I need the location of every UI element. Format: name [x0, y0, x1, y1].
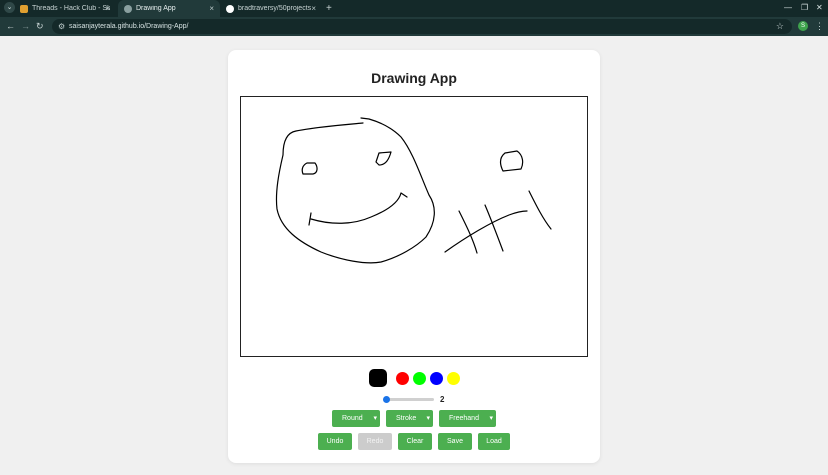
- stroke-line-3: [484, 204, 504, 252]
- profile-avatar[interactable]: S: [798, 21, 808, 31]
- close-window-icon[interactable]: ✕: [816, 2, 823, 14]
- undo-button[interactable]: Undo: [318, 433, 352, 450]
- tab-title: Threads - Hack Club - Sla: [32, 5, 110, 12]
- tab-title: Drawing App: [136, 5, 176, 12]
- minimize-icon[interactable]: —: [784, 2, 792, 14]
- tab-close-icon[interactable]: ×: [311, 4, 316, 13]
- chevron-down-icon: ▾: [426, 415, 430, 422]
- tab-github[interactable]: bradtraversy/50projects ×: [220, 0, 322, 17]
- clear-button[interactable]: Clear: [398, 433, 432, 450]
- forward-icon[interactable]: →: [21, 20, 30, 33]
- save-button[interactable]: Save: [438, 433, 472, 450]
- tab-threads[interactable]: Threads - Hack Club - Sla ×: [14, 0, 116, 17]
- tab-close-icon[interactable]: ×: [209, 4, 214, 13]
- tab-drawing-app[interactable]: Drawing App ×: [118, 0, 220, 17]
- url-text[interactable]: saisanjayterala.github.io/Drawing-App/: [69, 19, 188, 34]
- color-swatch-green[interactable]: [413, 372, 426, 385]
- chevron-down-icon: ▾: [373, 415, 377, 422]
- stroke-smile: [310, 192, 408, 224]
- github-favicon-icon: [226, 4, 234, 13]
- page-title: Drawing App: [371, 70, 457, 86]
- draw-style-select[interactable]: Stroke ▾: [386, 410, 433, 427]
- browser-tab-bar: ⌄ Threads - Hack Club - Sla × Drawing Ap…: [0, 0, 828, 17]
- drawing-strokes: [275, 117, 552, 264]
- slack-favicon-icon: [20, 4, 28, 13]
- line-cap-select-value: Round: [342, 415, 363, 422]
- globe-favicon-icon: [124, 4, 132, 13]
- tab-close-icon[interactable]: ×: [105, 4, 110, 13]
- brush-size-slider-thumb[interactable]: [383, 396, 390, 403]
- address-bar[interactable]: ⚙ saisanjayterala.github.io/Drawing-App/…: [52, 19, 792, 34]
- color-swatch-blue[interactable]: [430, 372, 443, 385]
- reload-icon[interactable]: ↻: [36, 20, 44, 33]
- color-swatch-black[interactable]: [369, 369, 387, 387]
- stroke-line-4: [528, 190, 552, 230]
- tab-title: bradtraversy/50projects: [238, 5, 312, 12]
- draw-mode-select-value: Freehand: [449, 415, 479, 422]
- draw-style-select-value: Stroke: [396, 415, 417, 422]
- browser-toolbar: ← → ↻ ⚙ saisanjayterala.github.io/Drawin…: [0, 17, 828, 36]
- redo-button[interactable]: Redo: [358, 433, 392, 450]
- color-swatch-red[interactable]: [396, 372, 409, 385]
- new-tab-button[interactable]: +: [326, 2, 332, 15]
- brush-size-slider[interactable]: [384, 398, 434, 401]
- drawing-canvas[interactable]: [240, 96, 588, 357]
- stroke-right-eye: [375, 151, 392, 166]
- load-button[interactable]: Load: [478, 433, 510, 450]
- menu-kebab-icon[interactable]: ⋮: [815, 20, 824, 33]
- draw-mode-select[interactable]: Freehand ▾: [439, 410, 496, 427]
- line-cap-select[interactable]: Round ▾: [332, 410, 380, 427]
- restore-icon[interactable]: ❐: [801, 2, 808, 14]
- stroke-face-outline: [275, 117, 435, 264]
- chevron-down-icon: ▾: [489, 415, 493, 422]
- stroke-line-1: [444, 210, 528, 253]
- bookmark-star-icon[interactable]: ☆: [776, 20, 784, 33]
- stroke-left-eye: [301, 162, 318, 175]
- back-icon[interactable]: ←: [6, 20, 15, 33]
- color-swatch-yellow[interactable]: [447, 372, 460, 385]
- brush-size-value: 2: [440, 395, 445, 404]
- app-card: Drawing App 2 Round ▾ Stroke ▾ Freehand …: [228, 50, 600, 463]
- stroke-small-head: [499, 150, 524, 172]
- site-info-icon[interactable]: ⚙: [58, 21, 65, 32]
